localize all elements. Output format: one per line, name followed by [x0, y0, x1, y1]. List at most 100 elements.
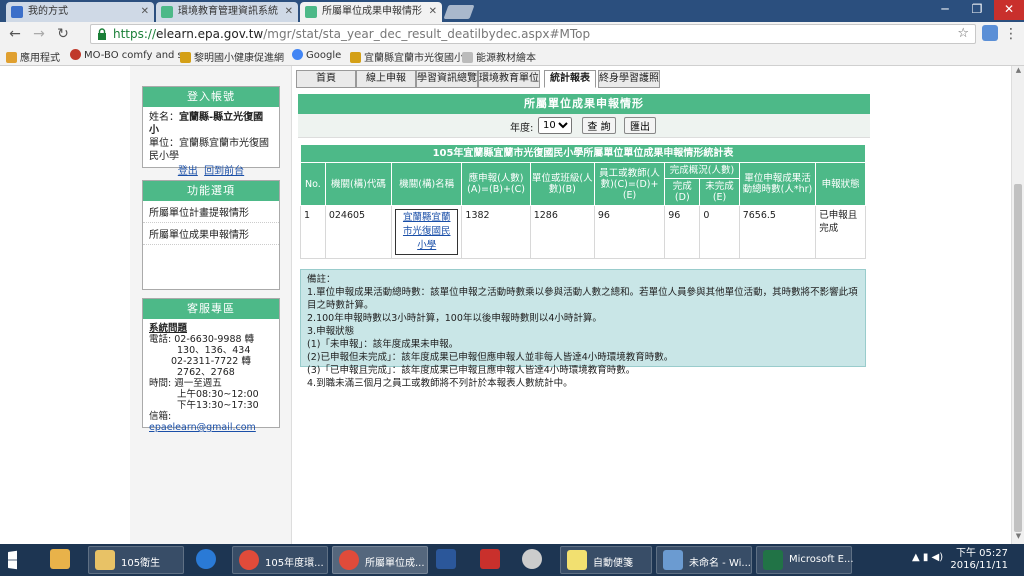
- folder-icon: [95, 550, 115, 570]
- extension-icon[interactable]: [982, 25, 998, 41]
- favicon-icon: [11, 6, 23, 18]
- favicon-icon: [305, 6, 317, 18]
- maximize-icon[interactable]: ❐: [962, 0, 992, 20]
- scroll-up-icon[interactable]: ▲: [1012, 66, 1024, 78]
- logout-link[interactable]: 登出: [178, 166, 198, 177]
- cell-undone: 0: [699, 205, 740, 259]
- function-box: 功能選項 所屬單位計畫提報情形 所屬單位成果申報情形: [142, 180, 280, 290]
- func-item-plan[interactable]: 所屬單位計畫提報情形: [143, 201, 279, 223]
- bookmark-apps[interactable]: 應用程式: [6, 49, 60, 64]
- taskbar-item-excel[interactable]: Microsoft E...: [756, 546, 854, 574]
- taskbar-item-paint[interactable]: 未命名 - Wi...: [656, 546, 752, 574]
- scroll-down-icon[interactable]: ▼: [1012, 532, 1024, 544]
- bookmark-energy[interactable]: 能源教材繪本: [462, 49, 536, 64]
- nav-tab-passport[interactable]: 終身學習護照: [598, 70, 660, 88]
- back-home-link[interactable]: 回到前台: [204, 166, 244, 177]
- bookmarks-bar: 應用程式 MO-BO comfy and s 黎明國小健康促進網 Google …: [0, 46, 1024, 66]
- cell-unit: 1286: [529, 205, 595, 259]
- table-row: 1 024605 宜蘭縣宜蘭市光復國民小學 1382 1286 96 96 0 …: [300, 205, 866, 259]
- browser-tab-1[interactable]: 我的方式 ✕: [6, 2, 154, 22]
- leaf-icon: [350, 52, 361, 63]
- browser-tab-2[interactable]: 環境教育管理資訊系統 ✕: [156, 2, 298, 22]
- tab-label: 我的方式: [28, 6, 68, 17]
- apps-icon: [6, 52, 17, 63]
- taskbar-item-folder[interactable]: 105衛生: [88, 546, 184, 574]
- note-line: 備註：: [307, 274, 336, 285]
- minimize-icon[interactable]: ─: [930, 0, 960, 20]
- email-link[interactable]: epaelearn@gmail.com: [149, 422, 256, 433]
- taskbar-item-chrome-1[interactable]: 105年度環...: [232, 546, 328, 574]
- nav-tab-online-report[interactable]: 線上申報: [356, 70, 416, 88]
- menu-icon[interactable]: ⋮: [1002, 25, 1020, 43]
- close-icon[interactable]: ✕: [285, 2, 293, 22]
- page-scrollbar[interactable]: ▲ ▼: [1011, 66, 1024, 544]
- nav-tab-learning-info[interactable]: 學習資訊總覽: [416, 70, 478, 88]
- col-header: No.: [300, 162, 326, 206]
- bookmark-school[interactable]: 宜蘭縣宜蘭市光復國小: [350, 49, 464, 64]
- file-explorer-icon[interactable]: [50, 549, 70, 569]
- browser-tabstrip: 我的方式 ✕ 環境教育管理資訊系統 ✕ 所屬單位成果申報情形 ✕ ─ ❐ ✕: [0, 0, 1024, 22]
- function-title: 功能選項: [143, 181, 279, 201]
- paint-icon[interactable]: [522, 549, 542, 569]
- clock[interactable]: 下午 05:27 2016/11/11: [950, 548, 1008, 572]
- cell-state: 已申報且完成: [815, 205, 866, 259]
- note-line: (1)「未申報」：該年度成果未申報。: [307, 339, 459, 350]
- mobo-icon: [70, 49, 81, 60]
- query-button[interactable]: 查 詢: [582, 117, 616, 134]
- leaf-icon: [180, 52, 191, 63]
- cell-staff: 96: [593, 205, 666, 259]
- ie-icon[interactable]: [196, 549, 216, 569]
- col-header: 員工或教師(人數)(C)=(D)+(E): [593, 162, 666, 206]
- start-windows-icon[interactable]: [8, 550, 17, 570]
- col-header: 機關(構)名稱: [391, 162, 463, 206]
- bookmark-mobo[interactable]: MO-BO comfy and s: [70, 49, 183, 61]
- window-close-icon[interactable]: ✕: [994, 0, 1024, 20]
- org-name-link[interactable]: 宜蘭縣宜蘭市光復國民小學: [395, 209, 459, 255]
- tab-label: 環境教育管理資訊系統: [178, 6, 278, 17]
- cell-hours: 7656.5: [738, 205, 817, 259]
- login-box: 登入帳號 姓名：宜蘭縣-縣立光復國小 單位：宜蘭縣宜蘭市光復國民小學 登出 回到…: [142, 86, 280, 177]
- cell-should: 1382: [461, 205, 531, 259]
- col-header-group: 完成概況(人數): [664, 162, 740, 179]
- reload-icon[interactable]: ↻: [54, 25, 72, 43]
- forward-arrow-icon[interactable]: →: [30, 25, 48, 43]
- back-arrow-icon[interactable]: ←: [6, 25, 24, 43]
- taskbar-item-sticky[interactable]: 自動便箋: [560, 546, 652, 574]
- login-title: 登入帳號: [143, 87, 279, 107]
- nav-tab-env-unit[interactable]: 環境教育單位: [478, 70, 540, 88]
- tray-icons[interactable]: ▲ ▮ ◀): [912, 552, 943, 563]
- chrome-icon: [239, 550, 259, 570]
- nav-tab-home[interactable]: 首頁: [296, 70, 356, 88]
- bookmark-health[interactable]: 黎明國小健康促進網: [180, 49, 284, 64]
- acrobat-icon[interactable]: [480, 549, 500, 569]
- address-bar[interactable]: https://elearn.epa.gov.tw/mgr/stat/sta_y…: [90, 24, 976, 44]
- tab-label: 所屬單位成果申報情形: [322, 6, 422, 17]
- bookmark-star-icon[interactable]: ☆: [957, 26, 969, 41]
- year-label: 年度:: [510, 123, 534, 134]
- note-line: 3.申報狀態: [307, 326, 355, 337]
- scroll-thumb[interactable]: [1014, 184, 1022, 532]
- nav-tab-statistics[interactable]: 統計報表: [544, 70, 596, 88]
- favicon-icon: [161, 6, 173, 18]
- browser-toolbar: ← → ↻ https://elearn.epa.gov.tw/mgr/stat…: [0, 22, 1024, 46]
- close-icon[interactable]: ✕: [429, 2, 437, 22]
- year-select[interactable]: 105: [538, 117, 572, 134]
- col-header: 申報狀態: [815, 162, 866, 206]
- cell-done: 96: [664, 205, 701, 259]
- new-tab-button[interactable]: [443, 5, 475, 19]
- col-header: 單位或班級(人數)(B): [529, 162, 595, 206]
- page-title: 所屬單位成果申報情形: [298, 94, 870, 114]
- table-caption: 105年宜蘭縣宜蘭市光復國民小學所屬單位單位成果申報情形統計表: [300, 144, 866, 163]
- col-header: 應申報(人數)(A)=(B)+(C): [461, 162, 531, 206]
- filter-row: 年度: 105 查 詢 匯出: [298, 114, 870, 138]
- taskbar: 105衛生 105年度環... 所屬單位成... 自動便箋 未命名 - Wi..…: [0, 544, 1024, 576]
- close-icon[interactable]: ✕: [141, 2, 149, 22]
- note-line: (3)「已申報且完成」：該年度成果已申報且應申報人皆達4小時環境教育時數。: [307, 365, 636, 376]
- bookmark-google[interactable]: Google: [292, 49, 341, 61]
- browser-tab-3[interactable]: 所屬單位成果申報情形 ✕: [300, 2, 442, 22]
- clock-date: 2016/11/11: [950, 560, 1008, 571]
- taskbar-item-chrome-2[interactable]: 所屬單位成...: [332, 546, 428, 574]
- export-button[interactable]: 匯出: [624, 117, 656, 134]
- func-item-result[interactable]: 所屬單位成果申報情形: [143, 223, 279, 245]
- word-icon[interactable]: [436, 549, 456, 569]
